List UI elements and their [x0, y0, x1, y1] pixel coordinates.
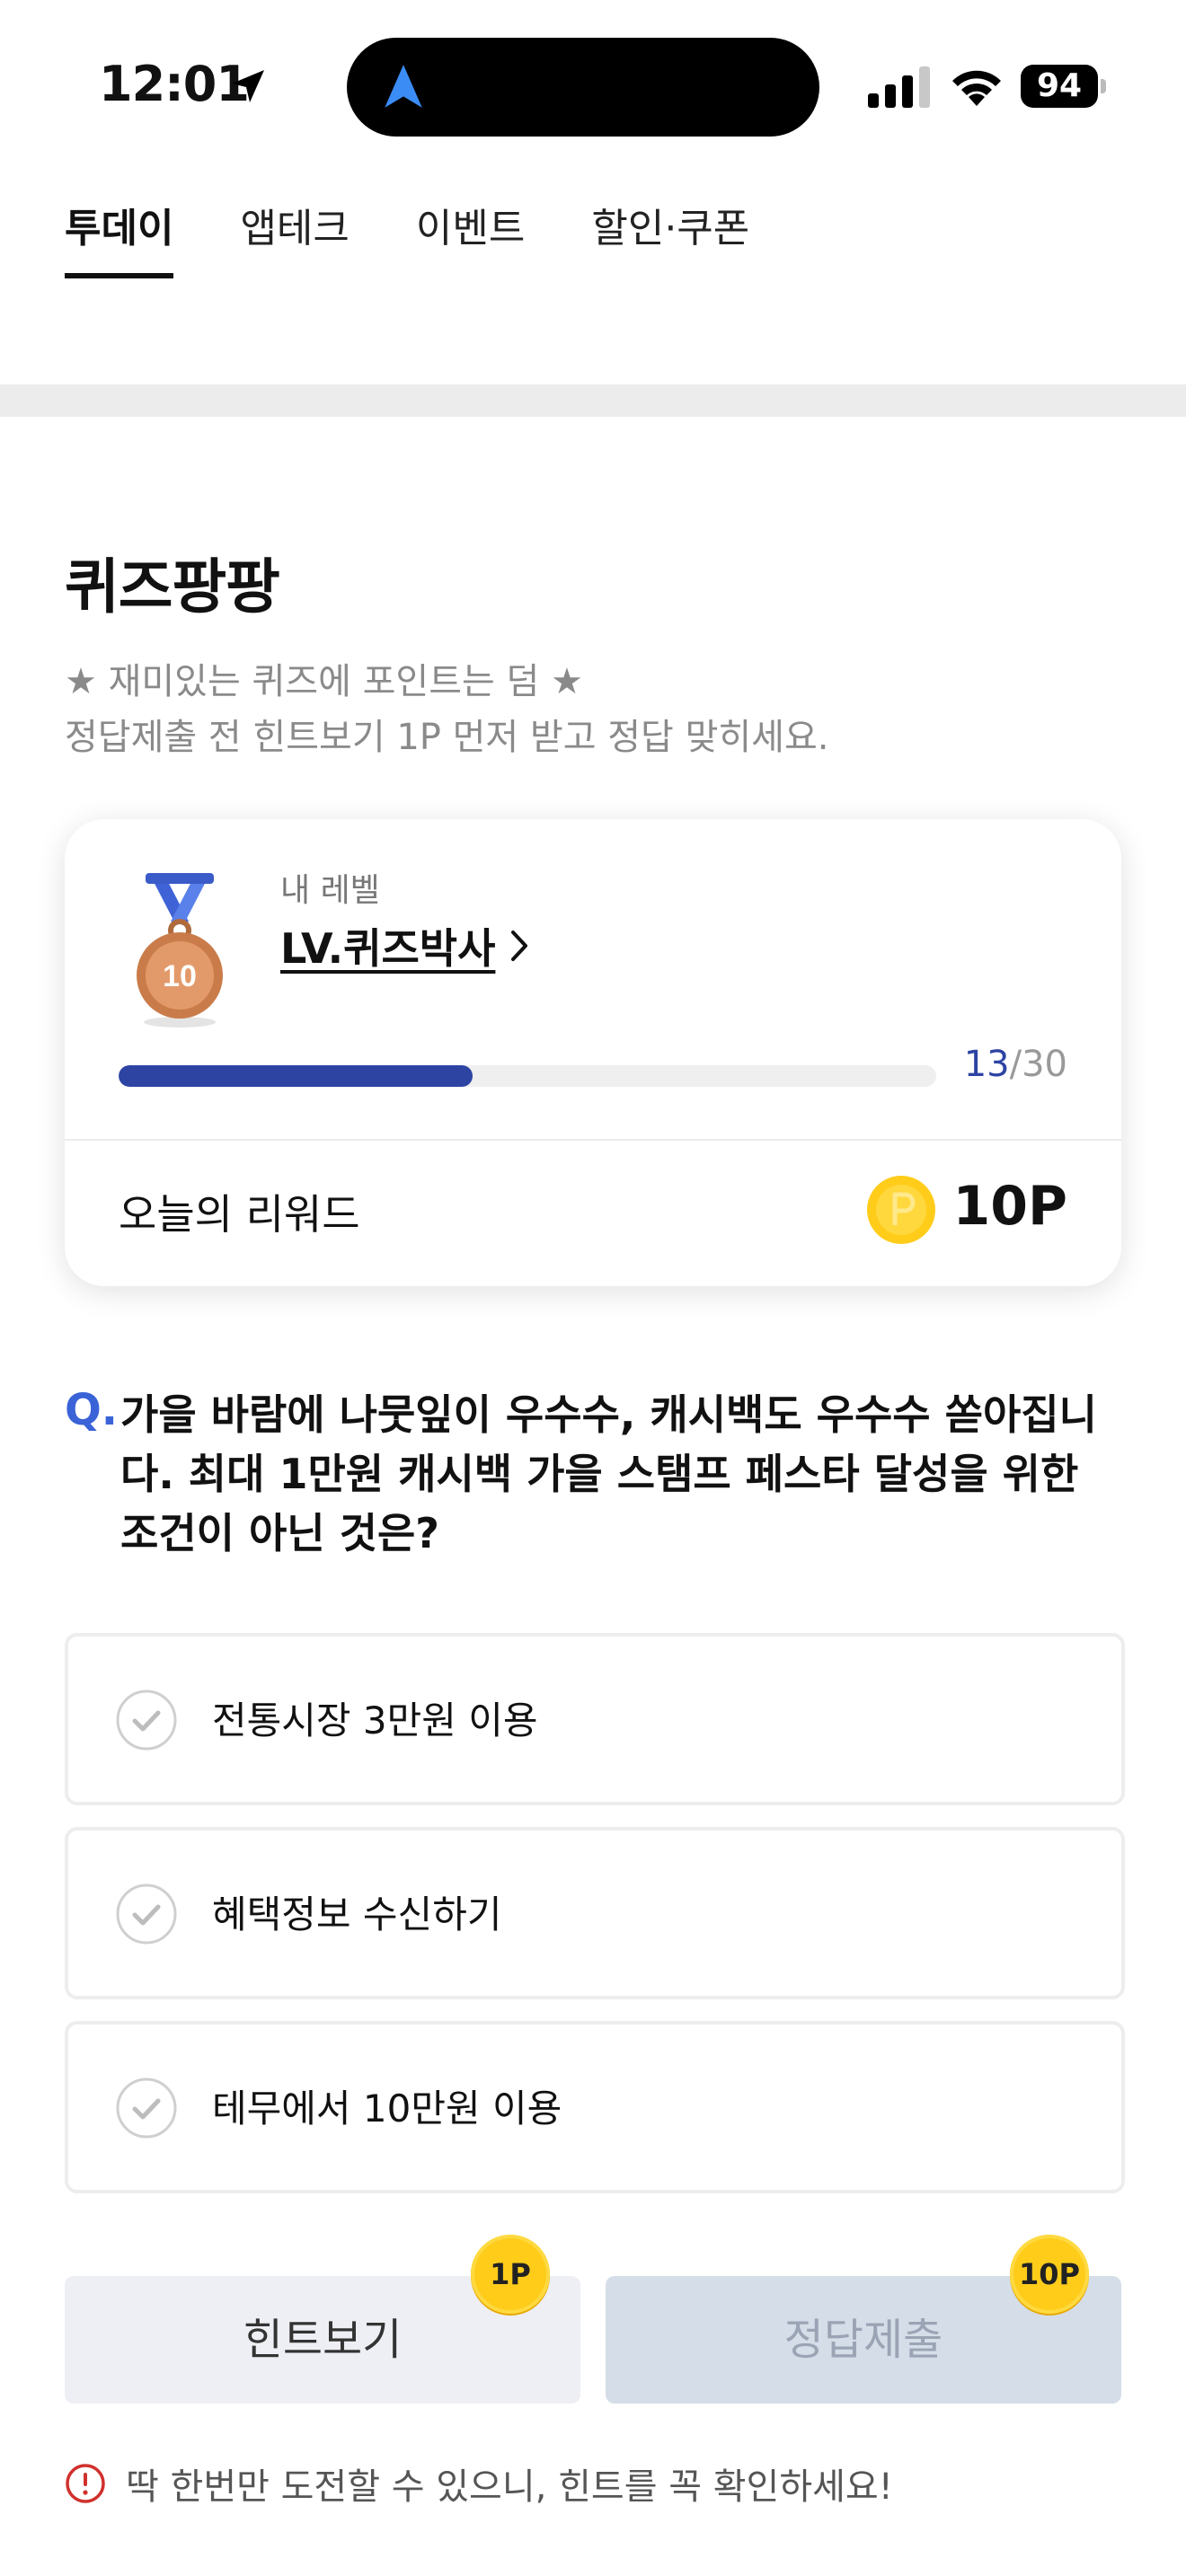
battery-icon: 94 — [1021, 65, 1107, 108]
check-circle-icon — [116, 1883, 177, 1945]
medal-number: 10 — [163, 959, 197, 993]
progress-total: /30 — [1009, 1044, 1067, 1085]
tab-discount-coupon[interactable]: 할인·쿠폰 — [591, 189, 749, 282]
level-card: 10 내 레벨 LV.퀴즈박사 13/30 오늘의 리워드 10P — [65, 819, 1121, 1286]
option-label: 테무에서 10만원 이용 — [212, 2086, 562, 2130]
top-tabs: 투데이 앱테크 이벤트 할인·쿠폰 — [65, 189, 749, 282]
reward-label: 오늘의 리워드 — [119, 1190, 360, 1239]
hint-cost-badge: 1P — [471, 2235, 550, 2314]
quiz-description: ★ 재미있는 퀴즈에 포인트는 덤 ★ 정답제출 전 힌트보기 1P 먼저 받고… — [65, 654, 829, 765]
wifi-icon — [952, 70, 1001, 106]
battery-level: 94 — [1021, 65, 1098, 108]
quiz-desc-line: ★ 재미있는 퀴즈에 포인트는 덤 ★ — [65, 661, 583, 702]
option-label: 혜택정보 수신하기 — [212, 1892, 502, 1936]
card-divider — [65, 1139, 1121, 1141]
answer-option-2[interactable]: 혜택정보 수신하기 — [65, 1827, 1125, 1999]
question-text: 가을 바람에 나뭇잎이 우수수, 캐시백도 우수수 쏟아집니다. 최대 1만원 … — [120, 1390, 1097, 1557]
navigation-icon — [385, 65, 422, 108]
section-divider — [0, 384, 1186, 417]
answer-option-3[interactable]: 테무에서 10만원 이용 — [65, 2021, 1125, 2193]
option-label: 전통시장 3만원 이용 — [212, 1698, 538, 1742]
tab-today[interactable]: 투데이 — [65, 189, 174, 282]
tab-label: 투데이 — [65, 206, 174, 251]
reward-value: 10P — [952, 1175, 1067, 1238]
my-level-label: 내 레벨 — [280, 872, 380, 909]
level-progress-bar — [119, 1065, 936, 1087]
signal-icon — [868, 66, 930, 108]
progress-current: 13 — [963, 1044, 1010, 1085]
medal-icon: 10 — [137, 873, 223, 1028]
tab-event[interactable]: 이벤트 — [416, 189, 525, 282]
tab-label: 앱테크 — [240, 206, 350, 251]
alert-circle-icon — [66, 2464, 105, 2503]
level-link[interactable]: LV.퀴즈박사 — [280, 916, 531, 975]
level-name: LV.퀴즈박사 — [280, 924, 496, 973]
answer-option-1[interactable]: 전통시장 3만원 이용 — [65, 1633, 1125, 1805]
tab-label: 할인·쿠폰 — [591, 206, 750, 251]
coin-icon — [867, 1176, 935, 1244]
warning-text: 딱 한번만 도전할 수 있으니, 힌트를 꼭 확인하세요! — [126, 2466, 893, 2508]
quiz-title: 퀴즈팡팡 — [65, 552, 280, 622]
progress-count: 13/30 — [964, 1044, 1067, 1085]
active-tab-indicator — [65, 273, 174, 278]
check-circle-icon — [116, 2078, 177, 2139]
dynamic-island — [347, 38, 819, 137]
warning-notice: 딱 한번만 도전할 수 있으니, 힌트를 꼭 확인하세요! — [65, 2457, 893, 2510]
question-mark: Q. — [65, 1385, 119, 1435]
check-circle-icon — [116, 1689, 177, 1751]
status-bar: 12:01 94 — [0, 0, 1186, 171]
location-arrow-icon — [232, 70, 264, 102]
chevron-right-icon — [511, 931, 528, 961]
level-progress-fill — [119, 1065, 474, 1087]
submit-reward-badge: 10P — [1010, 2235, 1089, 2314]
quiz-desc-line: 정답제출 전 힌트보기 1P 먼저 받고 정답 맞히세요. — [65, 717, 829, 758]
tab-apptech[interactable]: 앱테크 — [240, 189, 349, 282]
tab-label: 이벤트 — [415, 206, 526, 251]
